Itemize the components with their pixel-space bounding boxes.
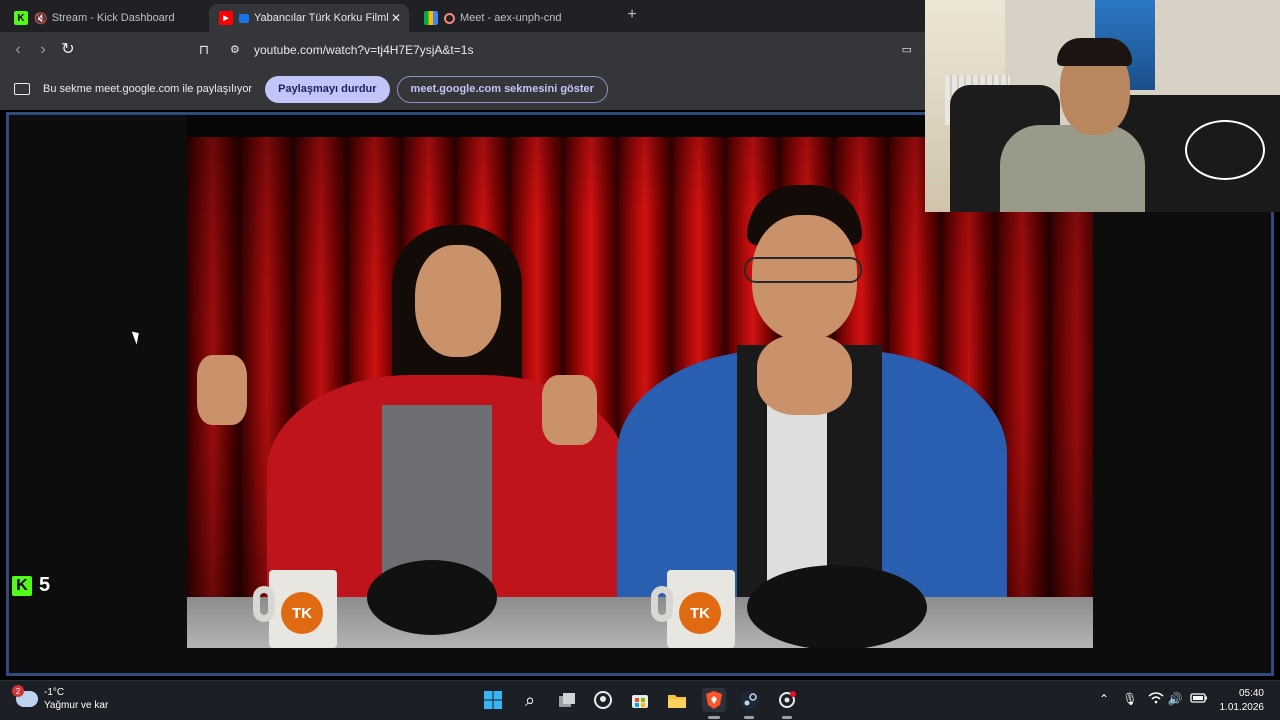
file-explorer-icon[interactable]: [665, 688, 689, 712]
temperature: -1°C: [44, 687, 65, 698]
brave-icon[interactable]: [702, 688, 726, 712]
woman-in-red-robe: [187, 205, 627, 615]
copilot-icon[interactable]: [591, 688, 615, 712]
streamer-hair: [1057, 38, 1132, 66]
store-icon[interactable]: [628, 688, 652, 712]
clock-date: 1.01.2026: [1219, 702, 1265, 713]
clock-time: 05:40: [1238, 688, 1264, 699]
browser-toolbar: ‹ › ↻ ⊓ ⚙ youtube.com/watch?v=tj4H7E7ysj…: [0, 32, 925, 68]
steam-icon[interactable]: [738, 688, 762, 712]
weather-widget[interactable]: 2 -1°C Yağmur ve kar: [12, 685, 109, 712]
system-clock[interactable]: 05:40 1.01.2026: [1220, 687, 1265, 715]
tab-sharing-bar: Bu sekme meet.google.com ile paylaşılıyo…: [0, 68, 925, 110]
address-bar[interactable]: ⚙ youtube.com/watch?v=tj4H7E7ysjA&t=1s ▭: [220, 36, 920, 64]
tab-youtube-video[interactable]: ▶ Yabancılar Türk Korku Filmleri ✕: [209, 4, 409, 32]
search-icon[interactable]: ⌕: [518, 688, 542, 712]
notification-badge: 2: [12, 685, 24, 697]
sharing-message: Bu sekme meet.google.com ile paylaşılıyo…: [43, 83, 253, 95]
mug: TK: [253, 570, 337, 648]
chevron-up-icon[interactable]: ⌃: [1096, 692, 1112, 706]
man-in-blue-robe: [607, 185, 1027, 610]
close-icon[interactable]: ✕: [391, 11, 401, 25]
webcam-overlay: [925, 0, 1280, 212]
bookmark-icon[interactable]: ⊓: [194, 40, 214, 60]
site-settings-icon[interactable]: ⚙: [230, 43, 240, 56]
running-app-indicator: [782, 716, 792, 719]
recording-icon: [444, 12, 455, 24]
mug-logo: TK: [679, 592, 721, 634]
weather-icon: 2: [12, 685, 38, 707]
screen-share-icon: [14, 83, 30, 95]
tab-label: Yabancılar Türk Korku Filmleri: [254, 12, 389, 24]
new-tab-button[interactable]: +: [624, 6, 640, 24]
battery-icon[interactable]: [1190, 692, 1208, 707]
mug: TK: [651, 570, 735, 648]
sharing-indicator-icon: [239, 13, 249, 23]
reload-button[interactable]: ↻: [58, 40, 78, 60]
headphones: [367, 560, 497, 635]
tab-google-meet[interactable]: Meet - aex-unph-cnd: [420, 4, 610, 32]
settings-icon[interactable]: [775, 688, 799, 712]
tab-label: Stream - Kick Dashboard: [51, 12, 175, 24]
kick-viewer-badge: K 5: [12, 574, 50, 597]
stop-sharing-button[interactable]: Paylaşmayı durdur: [265, 75, 390, 103]
windows-start-icon[interactable]: [481, 688, 505, 712]
tab-label: Meet - aex-unph-cnd: [460, 12, 562, 24]
task-view-icon[interactable]: [555, 688, 579, 712]
headphones: [747, 565, 927, 648]
google-meet-icon: [424, 11, 438, 25]
kick-icon: K: [14, 11, 28, 25]
glasses: [744, 257, 862, 283]
youtube-icon: ▶: [219, 11, 233, 25]
blanket-emblem: [1185, 120, 1265, 180]
wifi-icon[interactable]: [1148, 692, 1164, 707]
forward-button[interactable]: ›: [33, 40, 53, 60]
cast-icon[interactable]: ▭: [902, 43, 912, 56]
active-app-indicator: [708, 716, 720, 719]
gray-shirt: [1000, 125, 1145, 212]
url-text[interactable]: youtube.com/watch?v=tj4H7E7ysjA&t=1s: [254, 43, 473, 57]
kick-icon: K: [12, 575, 32, 596]
browser-tab-strip: K 🔇 Stream - Kick Dashboard ▶ Yabancılar…: [0, 0, 925, 32]
tab-kick-dashboard[interactable]: K 🔇 Stream - Kick Dashboard: [8, 4, 208, 32]
muted-speaker-icon[interactable]: 🔇: [34, 12, 48, 25]
running-app-indicator: [744, 716, 754, 719]
viewer-count: 5: [39, 574, 51, 596]
back-button[interactable]: ‹: [8, 40, 28, 60]
mug-logo: TK: [281, 592, 323, 634]
microphone-icon[interactable]: 🎙: [1122, 692, 1138, 706]
speaker-icon[interactable]: 🔊: [1167, 692, 1183, 706]
weather-condition: Yağmur ve kar: [44, 700, 109, 711]
show-meet-tab-button[interactable]: meet.google.com sekmesini göster: [396, 75, 608, 103]
